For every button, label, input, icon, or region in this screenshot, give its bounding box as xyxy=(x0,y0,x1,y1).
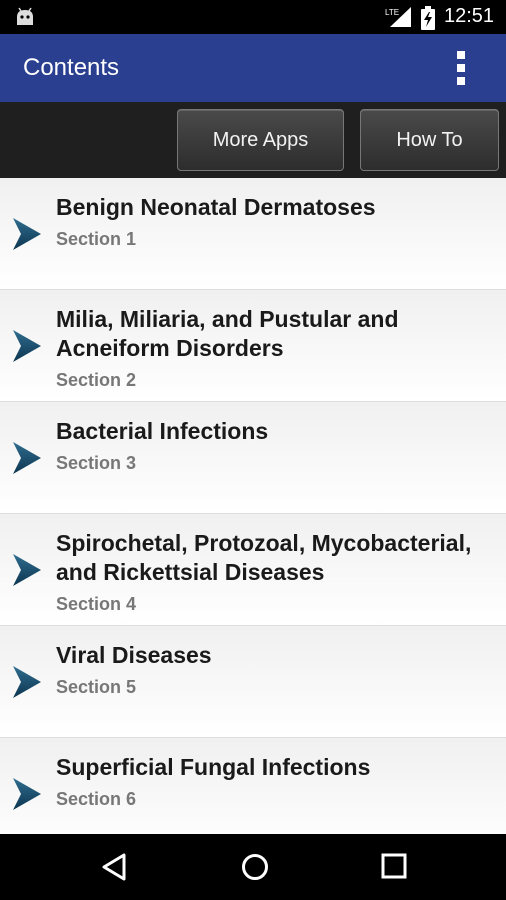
section-title-text: Superficial Fungal Infections xyxy=(56,754,371,780)
section-title: Milia, Miliaria, and Pustular and Acneif… xyxy=(56,305,496,391)
section-title-text: Viral Diseases xyxy=(56,642,212,668)
list-item[interactable]: Benign Neonatal Dermatoses Section 1 xyxy=(0,178,506,290)
section-title-text: Milia, Miliaria, and Pustular and Acneif… xyxy=(56,306,399,361)
list-item[interactable]: Spirochetal, Protozoal, Mycobacterial, a… xyxy=(0,514,506,626)
more-apps-button[interactable]: More Apps xyxy=(177,109,344,171)
home-icon[interactable] xyxy=(240,852,270,882)
menu-dot xyxy=(457,64,465,72)
section-title: Bacterial Infections Section 3 xyxy=(56,417,496,474)
more-vert-icon[interactable] xyxy=(446,48,476,88)
svg-text:LTE: LTE xyxy=(385,8,399,17)
chevron-right-icon xyxy=(13,218,41,250)
section-number: Section 5 xyxy=(56,677,137,697)
section-title-text: Bacterial Infections xyxy=(56,418,269,444)
section-number: Section 3 xyxy=(56,453,137,473)
android-icon xyxy=(17,7,33,25)
back-icon[interactable] xyxy=(100,852,128,882)
section-title: Benign Neonatal Dermatoses Section 1 xyxy=(56,193,496,250)
system-nav-bar xyxy=(0,834,506,900)
how-to-button[interactable]: How To xyxy=(360,109,499,171)
section-title-text: Spirochetal, Protozoal, Mycobacterial, a… xyxy=(56,530,472,585)
menu-dot xyxy=(457,51,465,59)
battery-charging-icon xyxy=(421,6,435,30)
recents-icon[interactable] xyxy=(381,853,407,879)
section-number: Section 4 xyxy=(56,594,137,614)
section-number: Section 2 xyxy=(56,370,137,390)
status-bar: LTE 12:51 xyxy=(0,0,506,34)
list-item[interactable]: Milia, Miliaria, and Pustular and Acneif… xyxy=(0,290,506,402)
section-title: Viral Diseases Section 5 xyxy=(56,641,496,698)
section-title-text: Benign Neonatal Dermatoses xyxy=(56,194,376,220)
lte-signal-icon: LTE xyxy=(385,7,411,27)
list-item[interactable]: Superficial Fungal Infections Section 6 xyxy=(0,738,506,834)
list-item[interactable]: Viral Diseases Section 5 xyxy=(0,626,506,738)
chevron-right-icon xyxy=(13,330,41,362)
section-number: Section 1 xyxy=(56,229,137,249)
clock: 12:51 xyxy=(444,5,495,27)
section-title: Superficial Fungal Infections Section 6 xyxy=(56,753,496,810)
chevron-right-icon xyxy=(13,666,41,698)
app-bar: Contents xyxy=(0,34,506,102)
chevron-right-icon xyxy=(13,778,41,810)
section-title: Spirochetal, Protozoal, Mycobacterial, a… xyxy=(56,529,496,615)
list-item[interactable]: Bacterial Infections Section 3 xyxy=(0,402,506,514)
section-number: Section 6 xyxy=(56,789,137,809)
page-title: Contents xyxy=(23,54,120,81)
chevron-right-icon xyxy=(13,442,41,474)
section-list: Benign Neonatal Dermatoses Section 1 Mil… xyxy=(0,178,506,834)
menu-dot xyxy=(457,77,465,85)
chevron-right-icon xyxy=(13,554,41,586)
button-toolbar: More Apps How To xyxy=(0,102,506,178)
